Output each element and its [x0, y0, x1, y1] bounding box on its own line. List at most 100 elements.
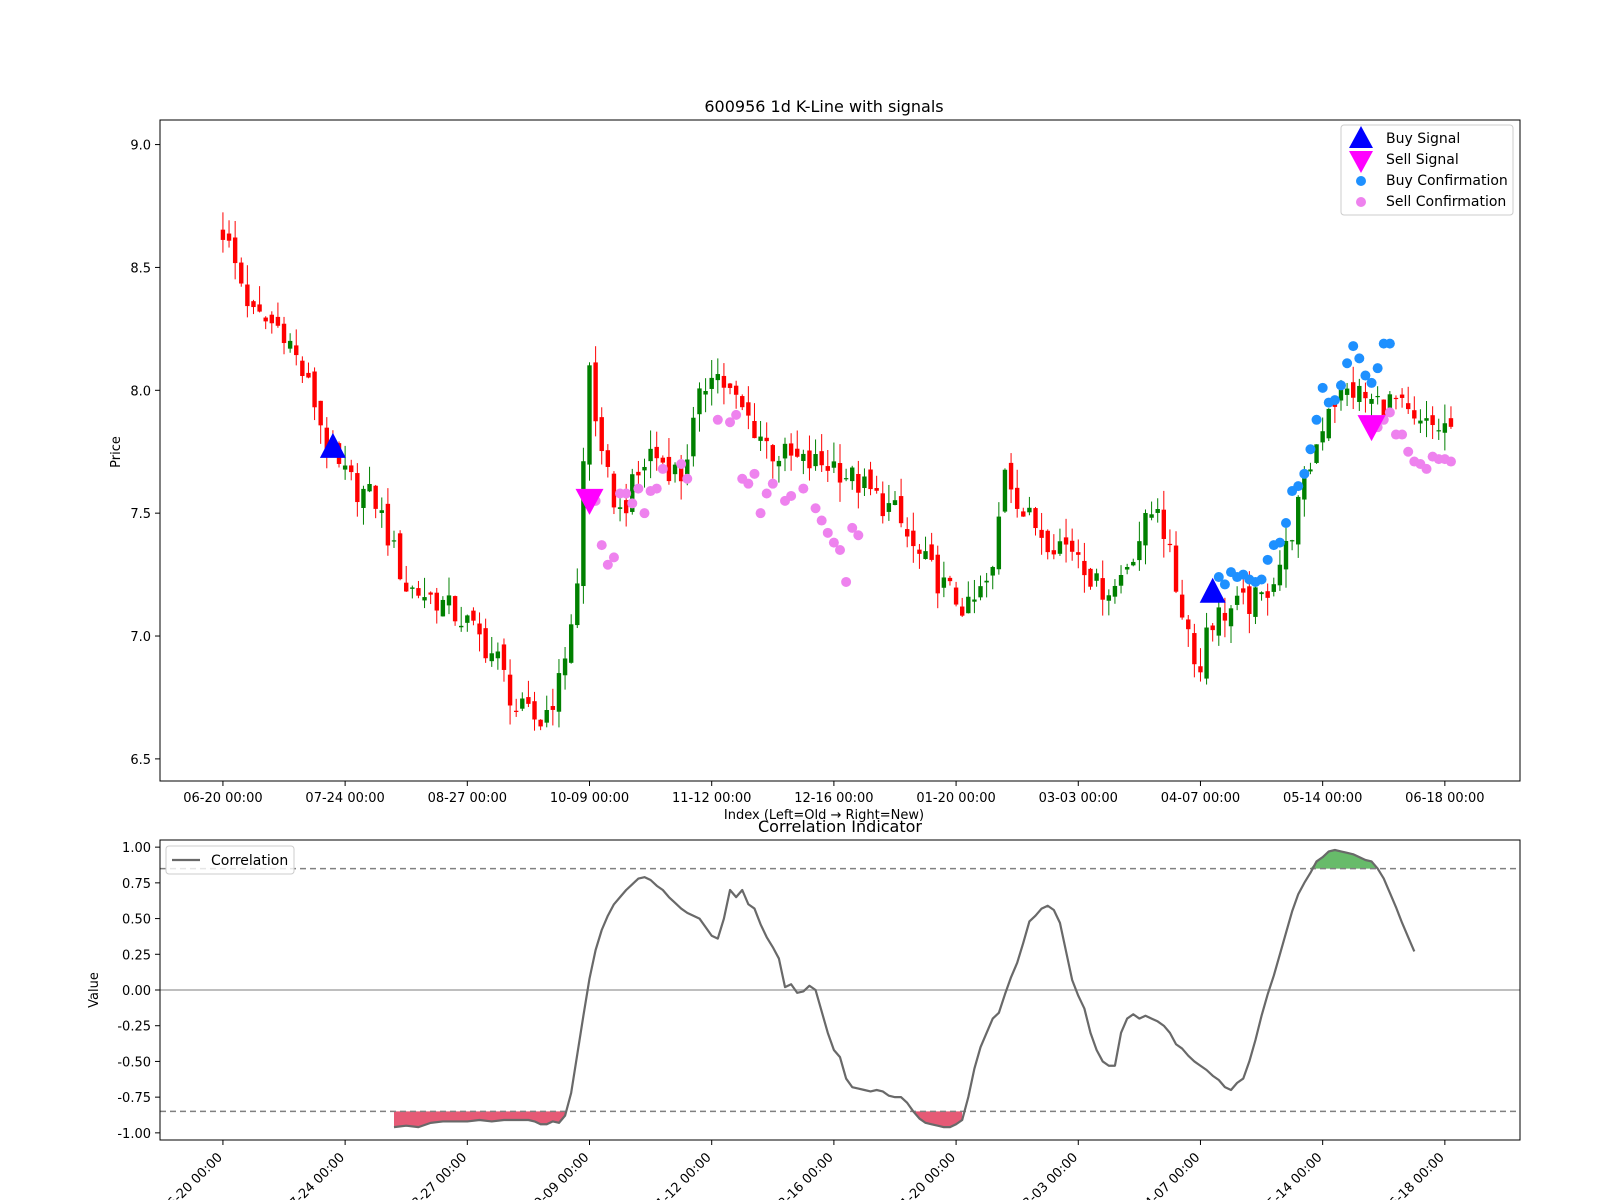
sell-confirmation-dot — [731, 409, 742, 420]
correlation-y-tick-label: 0.25 — [122, 948, 151, 963]
candle-body — [562, 658, 568, 676]
candle-body — [306, 372, 311, 378]
candle-body — [929, 544, 934, 560]
candle-body — [1027, 507, 1032, 513]
candle-body — [1289, 540, 1295, 542]
candle-body — [1094, 573, 1099, 581]
candle-body — [825, 466, 830, 471]
candle-body — [1118, 575, 1124, 586]
candle-body — [483, 628, 488, 659]
sell-confirmation-dot — [657, 463, 668, 474]
candle-body — [1222, 612, 1228, 621]
legend-buy-signal-label: Buy Signal — [1386, 131, 1460, 147]
kline-x-tick-label: 06-18 00:00 — [1405, 791, 1484, 806]
candle-body — [1344, 388, 1350, 395]
candle-body — [911, 530, 916, 547]
candle-body — [1137, 541, 1142, 561]
candle-body — [281, 323, 287, 344]
candle-body — [905, 529, 910, 537]
candle-body — [373, 485, 378, 509]
sell-confirmation-dot — [835, 545, 845, 556]
candle-body — [984, 580, 989, 583]
candle-body — [410, 587, 415, 589]
sell-confirmation-dot — [651, 483, 662, 494]
candle-body — [1442, 423, 1448, 433]
candle-body — [477, 623, 482, 635]
candle-body — [1247, 586, 1252, 614]
correlation-y-axis-label: Value — [87, 972, 102, 1008]
candle-body — [342, 465, 348, 470]
candle-body — [355, 473, 360, 503]
correlation-y-tick-label: 0.00 — [122, 984, 151, 999]
candle-body — [507, 674, 513, 706]
candle-body — [385, 503, 391, 546]
sell-confirmation-dot — [639, 508, 650, 519]
candle-body — [1436, 430, 1441, 432]
candle-body — [923, 551, 928, 559]
candle-body — [1430, 415, 1435, 426]
candle-body — [1369, 398, 1374, 404]
candle-body — [654, 446, 659, 459]
candle-body — [1100, 578, 1105, 600]
candle-body — [1149, 514, 1154, 518]
candle-body — [1228, 608, 1234, 627]
kline-y-tick-label: 9.0 — [130, 139, 151, 154]
candle-body — [1405, 403, 1411, 410]
kline-y-tick-label: 6.5 — [130, 753, 151, 768]
candle-body — [275, 316, 281, 326]
candle-body — [1308, 469, 1313, 472]
candle-body — [239, 262, 244, 284]
candle-body — [1088, 568, 1093, 587]
legend-sell-confirmation-marker — [1356, 197, 1366, 207]
candle-body — [691, 417, 696, 457]
buy-confirmation-dot — [1354, 353, 1365, 364]
candle-body — [850, 467, 855, 482]
candle-body — [1131, 561, 1136, 566]
candle-body — [1296, 496, 1301, 545]
buy-confirmation-dot — [1384, 338, 1395, 349]
candle-body — [349, 465, 354, 473]
candle-body — [740, 396, 745, 408]
candle-body — [1265, 591, 1270, 598]
correlation-y-tick-label: -0.50 — [117, 1055, 151, 1070]
correlation-title: Correlation Indicator — [758, 817, 922, 836]
kline-y-tick-label: 7.0 — [130, 630, 151, 645]
sell-confirmation-dot — [810, 503, 821, 514]
kline-y-tick-label: 8.5 — [130, 261, 151, 276]
candle-body — [1216, 607, 1221, 636]
candle-body — [318, 400, 323, 426]
candle-body — [1033, 508, 1038, 529]
candle-body — [465, 615, 470, 623]
buy-confirmation-dot — [1293, 481, 1304, 492]
candle-body — [1399, 394, 1405, 398]
candle-body — [1002, 469, 1008, 512]
candle-body — [1063, 537, 1069, 545]
candle-body — [1326, 408, 1331, 439]
buy-confirmation-dot — [1317, 382, 1328, 393]
sell-confirmation-dot — [608, 552, 619, 563]
candle-body — [459, 625, 464, 628]
candle-body — [300, 360, 305, 377]
correlation-y-tick-label: -1.00 — [117, 1127, 151, 1142]
candle-body — [917, 549, 922, 554]
figure: 600956 1d K-Line with signals Price Inde… — [0, 0, 1600, 1200]
correlation-y-tick-label: -0.75 — [117, 1091, 151, 1106]
kline-x-tick-label: 03-03 00:00 — [1039, 791, 1118, 806]
candle-body — [1008, 462, 1014, 490]
buy-confirmation-dot — [1274, 537, 1285, 548]
candle-body — [642, 466, 647, 471]
candle-body — [544, 710, 549, 723]
legend-buy-confirmation-marker — [1356, 176, 1366, 186]
candle-body — [1069, 540, 1075, 552]
buy-confirmation-dot — [1329, 395, 1340, 406]
candle-body — [1186, 619, 1191, 630]
candle-body — [1039, 529, 1044, 538]
correlation-y-tick-label: 0.50 — [122, 913, 151, 928]
candle-body — [1351, 382, 1356, 398]
candle-body — [1051, 550, 1057, 555]
candle-body — [520, 698, 525, 709]
sell-confirmation-dot — [596, 540, 607, 551]
kline-title: 600956 1d K-Line with signals — [704, 97, 943, 116]
candle-body — [752, 420, 757, 439]
candle-body — [526, 697, 531, 704]
